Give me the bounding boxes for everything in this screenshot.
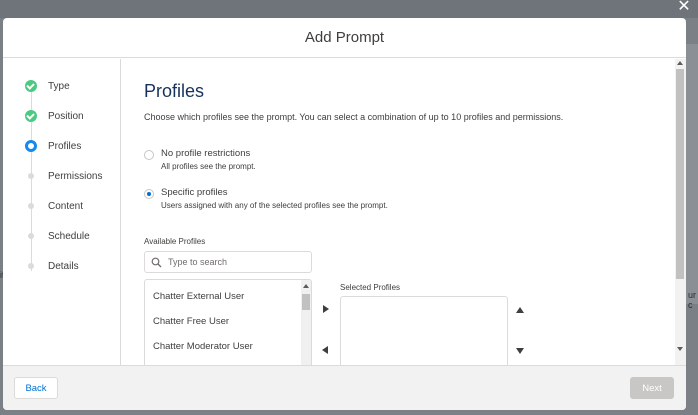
section-description: Choose which profiles see the prompt. Yo…	[144, 112, 564, 122]
pending-dot-icon	[28, 203, 34, 209]
step-position[interactable]: Position	[23, 106, 119, 126]
backdrop-text-fragment: ur c	[688, 290, 697, 310]
step-schedule[interactable]: Schedule	[23, 226, 119, 246]
radio-specific-profiles[interactable]: Specific profiles Users assigned with an…	[144, 187, 388, 210]
step-details[interactable]: Details	[23, 256, 119, 276]
move-left-icon[interactable]	[322, 346, 328, 354]
radio-title: No profile restrictions	[161, 148, 251, 159]
modal-title: Add Prompt	[304, 29, 385, 46]
check-icon	[25, 80, 37, 92]
content-scrollbar[interactable]	[675, 59, 686, 365]
pending-dot-icon	[28, 173, 34, 179]
backdrop-bar	[0, 0, 698, 18]
step-permissions[interactable]: Permissions	[23, 166, 119, 186]
available-profiles-list[interactable]: Chatter External User Chatter Free User …	[144, 279, 312, 365]
pending-dot-icon	[28, 263, 34, 269]
step-label: Content	[48, 200, 84, 212]
radio-title: Specific profiles	[161, 187, 228, 198]
radio-button[interactable]	[144, 150, 154, 160]
next-button[interactable]: Next	[630, 377, 674, 399]
progress-steps: Type Position Profiles Permissions Conte…	[3, 59, 121, 365]
current-step-icon	[25, 140, 37, 152]
backdrop-right-panel	[684, 44, 698, 304]
list-scrollbar[interactable]	[301, 280, 311, 365]
profiles-panel: Profiles Choose which profiles see the p…	[122, 59, 675, 365]
step-label: Permissions	[48, 170, 103, 182]
back-button[interactable]: Back	[14, 377, 58, 399]
close-icon[interactable]: ✕	[676, 0, 692, 16]
scroll-up-icon[interactable]	[303, 284, 309, 288]
step-profiles[interactable]: Profiles	[23, 136, 119, 156]
scroll-up-icon[interactable]	[677, 61, 683, 65]
search-icon	[151, 257, 162, 268]
radio-subtitle: Users assigned with any of the selected …	[161, 201, 388, 210]
available-profiles-label: Available Profiles	[144, 237, 206, 246]
step-label: Details	[48, 260, 79, 272]
scroll-thumb[interactable]	[676, 69, 684, 279]
radio-button-checked[interactable]	[144, 189, 154, 199]
step-label: Position	[48, 110, 84, 122]
radio-subtitle: All profiles see the prompt.	[161, 162, 256, 171]
search-field[interactable]	[144, 251, 312, 273]
step-label: Type	[48, 80, 70, 92]
step-type[interactable]: Type	[23, 76, 119, 96]
list-item[interactable]: Chatter Free User	[145, 309, 311, 334]
check-icon	[25, 110, 37, 122]
search-input[interactable]	[168, 257, 308, 267]
add-prompt-modal: Add Prompt Type Position Profiles Permis…	[3, 18, 686, 410]
list-item[interactable]: Chatter Moderator User	[145, 334, 311, 359]
pending-dot-icon	[28, 233, 34, 239]
move-down-icon[interactable]	[516, 348, 524, 354]
selected-profiles-label: Selected Profiles	[340, 283, 401, 292]
radio-no-restrictions[interactable]: No profile restrictions All profiles see…	[144, 148, 256, 171]
list-item[interactable]: Chatter External User	[145, 284, 311, 309]
selected-profiles-list[interactable]	[340, 296, 508, 365]
step-content[interactable]: Content	[23, 196, 119, 216]
step-label: Schedule	[48, 230, 90, 242]
move-up-icon[interactable]	[516, 307, 524, 313]
modal-header: Add Prompt	[3, 18, 686, 58]
section-title: Profiles	[144, 81, 205, 101]
step-label: Profiles	[48, 140, 82, 152]
move-right-icon[interactable]	[323, 305, 329, 313]
scroll-down-icon[interactable]	[677, 347, 683, 351]
modal-footer: Back Next	[3, 365, 686, 410]
scroll-thumb[interactable]	[302, 294, 310, 310]
